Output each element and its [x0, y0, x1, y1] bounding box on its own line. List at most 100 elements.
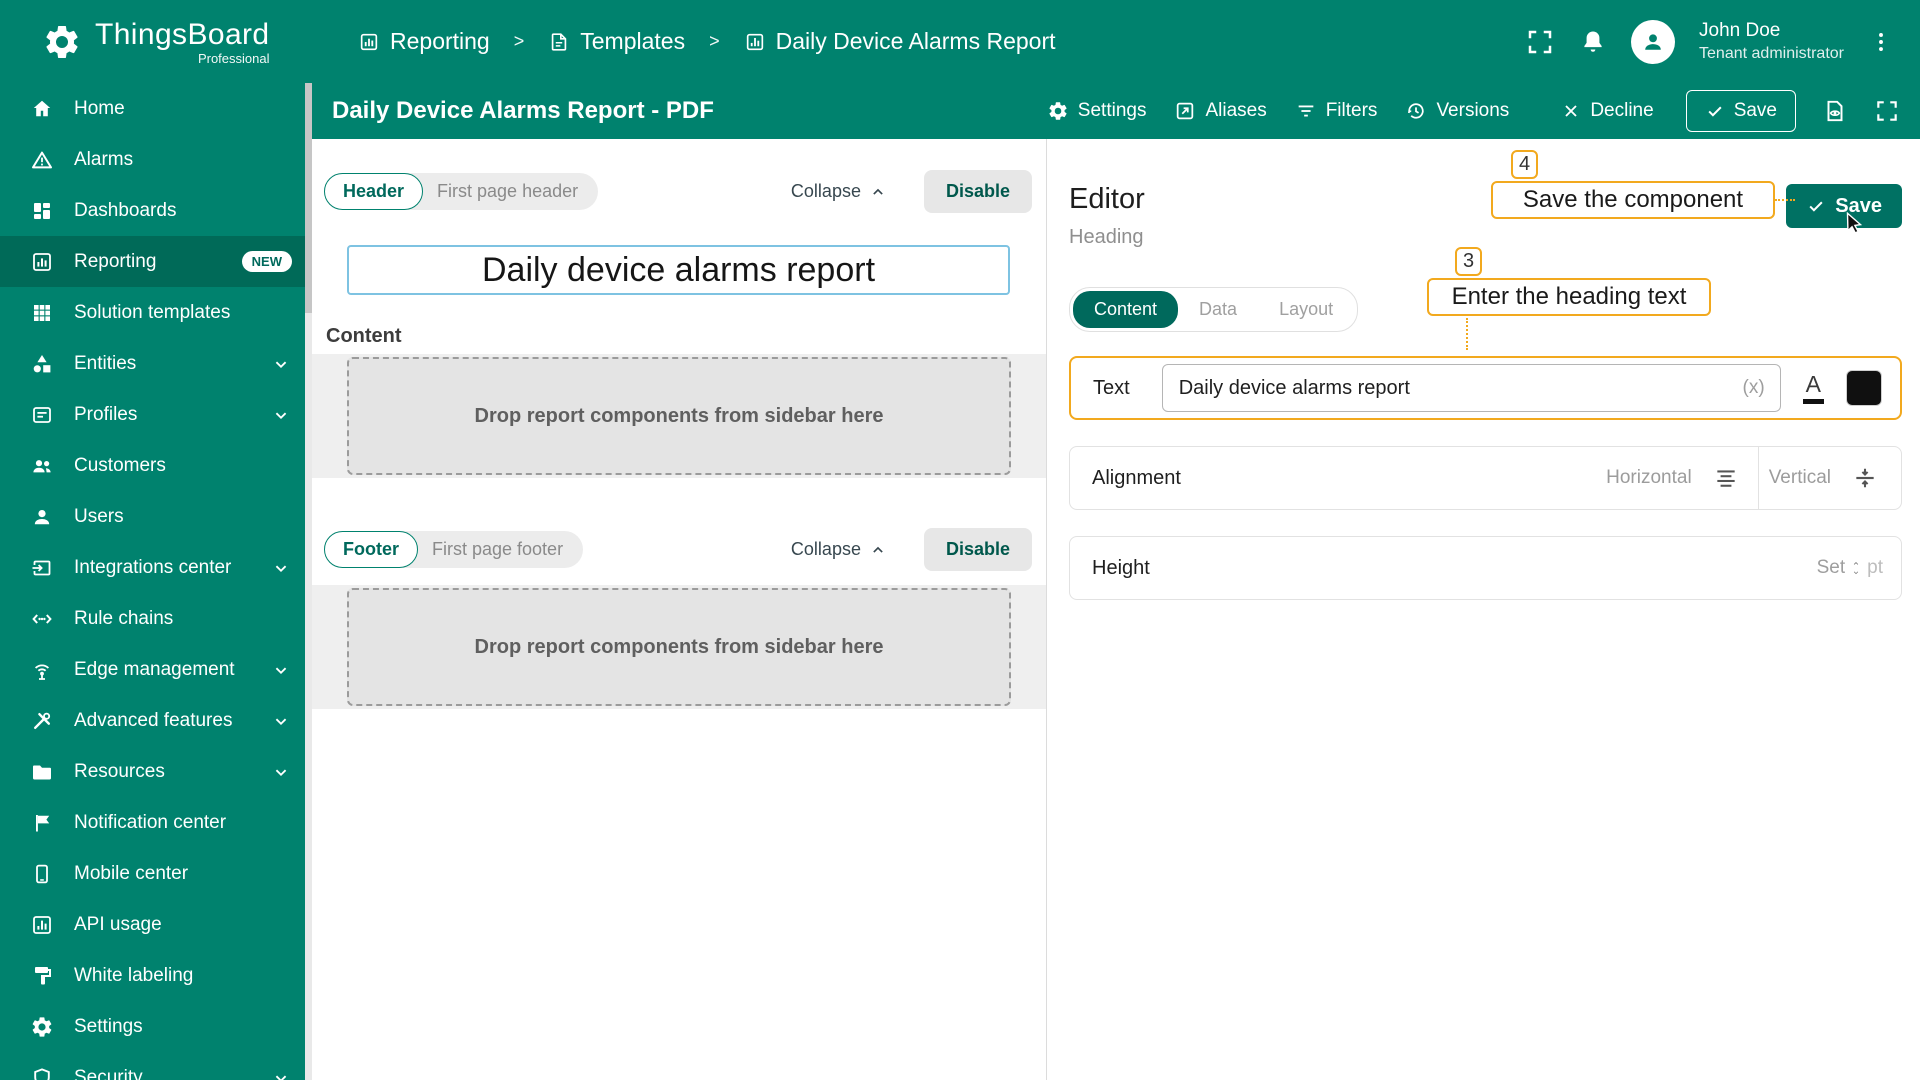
report-canvas: Header First page header Collapse Disabl… — [312, 139, 1046, 1080]
editor-tabs: Content Data Layout — [1069, 287, 1359, 332]
sidebar-item-alarms[interactable]: Alarms — [0, 134, 312, 185]
heading-canvas-input[interactable] — [347, 245, 1010, 295]
sidebar-item-label: API usage — [74, 913, 162, 935]
sidebar-item-home[interactable]: Home — [0, 83, 312, 134]
sidebar-item-settings[interactable]: Settings — [0, 1001, 312, 1052]
sidebar-item-solution-templates[interactable]: Solution templates — [0, 287, 312, 338]
font-color-button[interactable]: A — [1802, 371, 1824, 405]
tab-data[interactable]: Data — [1178, 291, 1258, 328]
fullscreen-button[interactable] — [1525, 27, 1555, 57]
chevron-up-icon — [868, 540, 888, 560]
sidebar-item-edge-management[interactable]: Edge management — [0, 644, 312, 695]
chevron-down-icon — [270, 761, 292, 783]
footer-dropzone[interactable]: Drop report components from sidebar here — [347, 588, 1011, 706]
breadcrumb-label: Daily Device Alarms Report — [775, 28, 1056, 54]
antenna-icon — [30, 658, 54, 682]
filter-icon — [1295, 100, 1317, 122]
divider — [1757, 447, 1759, 509]
brand-logo[interactable]: ThingsBoard Professional — [0, 18, 312, 66]
first-page-header-toggle[interactable]: First page header — [437, 181, 578, 202]
sidebar-item-mobile-center[interactable]: Mobile center — [0, 848, 312, 899]
filters-button[interactable]: Filters — [1283, 92, 1390, 130]
sidebar-item-entities[interactable]: Entities — [0, 338, 312, 389]
phone-icon — [30, 862, 54, 886]
decline-button[interactable]: Decline — [1549, 92, 1665, 130]
header-collapse-button[interactable]: Collapse — [791, 181, 888, 202]
editor-fullscreen-button[interactable] — [1874, 98, 1900, 124]
content-dropzone-band: Drop report components from sidebar here — [312, 354, 1046, 478]
horizontal-align-button[interactable] — [1704, 456, 1748, 500]
function-fx-button[interactable]: (x) — [1743, 377, 1765, 399]
chevron-down-icon — [270, 404, 292, 426]
header-section-row: Header First page header Collapse Disabl… — [324, 170, 1032, 213]
toolbar-actions: Settings Aliases Filters Versions Declin… — [1035, 90, 1900, 132]
sidebar-item-profiles[interactable]: Profiles — [0, 389, 312, 440]
aliases-button[interactable]: Aliases — [1162, 92, 1278, 130]
chevron-down-icon — [270, 353, 292, 375]
settings-button[interactable]: Settings — [1035, 92, 1159, 130]
report-icon — [358, 31, 380, 53]
breadcrumb-item-templates[interactable]: Templates — [548, 28, 685, 55]
gear-icon — [1047, 100, 1069, 122]
height-value-input[interactable] — [1791, 557, 1846, 579]
more-menu-button[interactable] — [1868, 29, 1894, 55]
sidebar-item-notification-center[interactable]: Notification center — [0, 797, 312, 848]
home-icon — [30, 97, 54, 121]
breadcrumb-item-reporting[interactable]: Reporting — [358, 28, 490, 55]
header-section-badge[interactable]: Header — [324, 173, 424, 210]
chevron-down-icon — [270, 659, 292, 681]
input-icon — [30, 556, 54, 580]
report-toolbar: Daily Device Alarms Report - PDF Setting… — [312, 83, 1920, 139]
tab-content[interactable]: Content — [1073, 291, 1179, 328]
grid-icon — [30, 301, 54, 325]
preview-report-button[interactable] — [1822, 98, 1848, 124]
sidebar-item-label: Profiles — [74, 403, 138, 425]
content-dropzone[interactable]: Drop report components from sidebar here — [347, 357, 1011, 475]
breadcrumb-label: Templates — [580, 28, 686, 54]
height-setting-card: Height pt — [1069, 536, 1902, 600]
chevron-down-icon — [270, 710, 292, 732]
footer-disable-button[interactable]: Disable — [923, 528, 1032, 571]
step-4-connector — [1775, 199, 1795, 201]
footer-dropzone-band: Drop report components from sidebar here — [312, 585, 1046, 709]
report-icon — [30, 250, 54, 274]
sidebar-item-reporting[interactable]: Reporting NEW — [0, 236, 312, 287]
toolbar-save-button[interactable]: Save — [1685, 90, 1796, 132]
sidebar-item-rule-chains[interactable]: Rule chains — [0, 593, 312, 644]
sidebar-item-dashboards[interactable]: Dashboards — [0, 185, 312, 236]
sidebar-item-integrations-center[interactable]: Integrations center — [0, 542, 312, 593]
sidebar-item-security[interactable]: Security — [0, 1052, 312, 1080]
footer-section-badge[interactable]: Footer — [324, 531, 418, 568]
heading-text-input[interactable] — [1161, 364, 1781, 412]
sidebar-item-advanced-features[interactable]: Advanced features — [0, 695, 312, 746]
step-3-connector — [1466, 318, 1468, 350]
sidebar-item-white-labeling[interactable]: White labeling — [0, 950, 312, 1001]
breadcrumb-item-current-report[interactable]: Daily Device Alarms Report — [744, 28, 1056, 55]
sidebar-item-users[interactable]: Users — [0, 491, 312, 542]
user-info[interactable]: John Doe Tenant administrator — [1699, 20, 1844, 64]
chevron-down-icon — [270, 1067, 292, 1080]
first-page-footer-toggle[interactable]: First page footer — [432, 539, 563, 560]
sidebar-item-api-usage[interactable]: API usage — [0, 899, 312, 950]
tools-icon — [30, 709, 54, 733]
sidebar-item-customers[interactable]: Customers — [0, 440, 312, 491]
sidebar-scrollbar[interactable] — [305, 83, 312, 1080]
align-vertical-icon — [1852, 465, 1878, 491]
sidebar-item-label: Security — [74, 1066, 143, 1080]
vertical-align-button[interactable] — [1843, 456, 1887, 500]
user-avatar[interactable] — [1631, 19, 1676, 64]
color-swatch[interactable] — [1846, 370, 1882, 406]
header-disable-button[interactable]: Disable — [923, 170, 1032, 213]
footer-collapse-button[interactable]: Collapse — [791, 539, 888, 560]
scrollbar-thumb[interactable] — [305, 83, 312, 313]
height-stepper[interactable] — [1849, 559, 1863, 577]
sidebar-item-resources[interactable]: Resources — [0, 746, 312, 797]
top-app-bar: ThingsBoard Professional Reporting > Tem… — [0, 0, 1920, 83]
sidebar-item-label: Mobile center — [74, 862, 189, 884]
notifications-button[interactable] — [1579, 28, 1607, 56]
step-4-callout: Save the component — [1491, 181, 1775, 219]
stepper-down-icon — [1849, 568, 1863, 577]
breadcrumb-separator: > — [513, 31, 525, 51]
versions-button[interactable]: Versions — [1393, 92, 1521, 130]
tab-layout[interactable]: Layout — [1258, 291, 1354, 328]
